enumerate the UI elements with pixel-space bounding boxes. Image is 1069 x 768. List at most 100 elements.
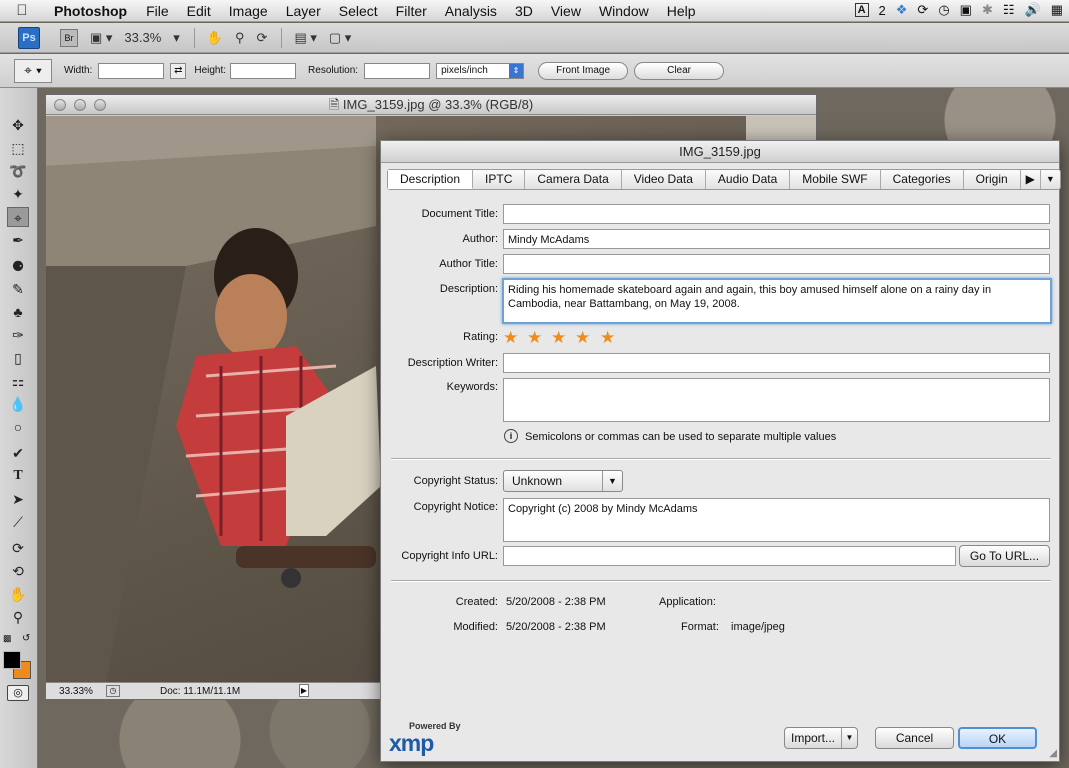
move-tool-icon[interactable]: ✥	[7, 115, 29, 135]
rotate-view-icon[interactable]: ⟳	[257, 30, 268, 46]
clear-button[interactable]: Clear	[634, 61, 725, 80]
zoom-tool-icon[interactable]: ⚲	[7, 607, 29, 627]
document-title-field[interactable]	[503, 204, 1050, 224]
zoom-dropdown-icon[interactable]: ▾	[173, 30, 180, 46]
tab-mobile-swf[interactable]: Mobile SWF	[790, 170, 881, 189]
foreground-color-swatch[interactable]	[3, 651, 21, 669]
display-icon[interactable]: ▣	[960, 2, 972, 18]
keywords-field[interactable]	[503, 378, 1050, 422]
magic-wand-tool-icon[interactable]: ✦	[7, 184, 29, 204]
rating-stars[interactable]: ★ ★ ★ ★ ★	[503, 329, 633, 347]
volume-icon[interactable]: 🔊	[1025, 2, 1041, 18]
go-to-url-button[interactable]: Go To URL...	[959, 545, 1050, 567]
sync-icon[interactable]: ⟳	[917, 2, 928, 18]
menu-app-photoshop[interactable]: Photoshop	[44, 3, 137, 19]
star-icon-3[interactable]: ★	[551, 329, 566, 346]
eraser-tool-icon[interactable]: ▯	[7, 348, 29, 368]
brush-tool-icon[interactable]: ✎	[7, 279, 29, 299]
menu-3d[interactable]: 3D	[506, 3, 542, 19]
wifi-icon[interactable]: ☷	[1003, 2, 1015, 18]
zoom-percentage[interactable]: 33.33%	[46, 686, 106, 697]
menu-select[interactable]: Select	[330, 3, 387, 19]
default-colors-icon[interactable]: ▩	[3, 633, 12, 644]
path-selection-tool-icon[interactable]: ➤	[7, 489, 29, 509]
status-arrow-icon[interactable]: ▶	[299, 684, 309, 697]
tab-video-data[interactable]: Video Data	[622, 170, 706, 189]
tab-origin[interactable]: Origin	[964, 170, 1021, 189]
copyright-status-select[interactable]: Unknown ▼	[503, 470, 623, 492]
import-button[interactable]: Import... ▼	[784, 727, 858, 749]
hand-tool-icon[interactable]: ✋	[7, 584, 29, 604]
tab-iptc[interactable]: IPTC	[473, 170, 526, 189]
resolution-input[interactable]	[364, 62, 431, 79]
3d-orbit-tool-icon[interactable]: ⟲	[7, 561, 29, 581]
document-title-bar[interactable]: 🗎 IMG_3159.jpg @ 33.3% (RGB/8)	[46, 95, 816, 115]
tab-categories[interactable]: Categories	[881, 170, 964, 189]
menu-analysis[interactable]: Analysis	[436, 3, 506, 19]
tab-description[interactable]: Description	[388, 170, 474, 189]
line-tool-icon[interactable]: ⟋	[7, 512, 29, 532]
ok-button[interactable]: OK	[958, 727, 1037, 749]
eyedropper-tool-icon[interactable]: ✒	[7, 230, 29, 250]
zoom-tool-icon[interactable]: ⚲	[235, 30, 245, 46]
bluetooth-icon[interactable]: ✱	[982, 2, 993, 18]
menu-layer[interactable]: Layer	[277, 3, 330, 19]
crop-tool-icon[interactable]: ⌖	[7, 207, 29, 227]
3d-rotate-tool-icon[interactable]: ⟳	[7, 538, 29, 558]
menu-help[interactable]: Help	[658, 3, 705, 19]
quick-mask-icon[interactable]: ◎	[7, 685, 29, 701]
swap-colors-icon[interactable]: ↺	[22, 633, 30, 644]
history-brush-tool-icon[interactable]: ✑	[7, 325, 29, 345]
star-icon-2[interactable]: ★	[527, 329, 542, 346]
lasso-tool-icon[interactable]: ➰	[7, 161, 29, 181]
menu-image[interactable]: Image	[220, 3, 277, 19]
hand-tool-icon[interactable]: ✋	[207, 30, 223, 46]
height-input[interactable]	[230, 62, 297, 79]
tabs-menu-icon[interactable]: ▼	[1041, 170, 1060, 189]
zoom-level-display[interactable]: 33.3%	[124, 30, 161, 45]
author-field[interactable]: Mindy McAdams	[503, 229, 1050, 249]
paint-bucket-tool-icon[interactable]: ⚏	[7, 371, 29, 391]
star-icon-1[interactable]: ★	[503, 329, 518, 346]
dodge-tool-icon[interactable]: ○	[7, 417, 29, 437]
cancel-button[interactable]: Cancel	[875, 727, 954, 749]
author-title-field[interactable]	[503, 254, 1050, 274]
dropbox-icon[interactable]: ❖	[896, 2, 908, 18]
tab-audio-data[interactable]: Audio Data	[706, 170, 791, 189]
resize-grip-icon[interactable]: ◢	[1049, 748, 1057, 759]
blur-tool-icon[interactable]: 💧	[7, 394, 29, 414]
status-menu-icon[interactable]: ◷	[106, 685, 120, 697]
clone-stamp-tool-icon[interactable]: ♣	[7, 302, 29, 322]
menu-view[interactable]: View	[542, 3, 590, 19]
adobe-icon[interactable]: A	[854, 3, 869, 17]
type-tool-icon[interactable]: T	[7, 466, 29, 486]
minimize-window-button[interactable]	[74, 99, 86, 111]
swap-dimensions-icon[interactable]: ⇄	[170, 62, 187, 79]
healing-brush-tool-icon[interactable]: ⚈	[7, 256, 29, 276]
menu-file[interactable]: File	[137, 3, 178, 19]
time-machine-icon[interactable]: ◷	[938, 2, 949, 18]
marquee-tool-icon[interactable]: ⬚	[7, 138, 29, 158]
width-input[interactable]	[98, 62, 165, 79]
star-icon-5[interactable]: ★	[600, 329, 615, 346]
close-window-button[interactable]	[54, 99, 66, 111]
menu-window[interactable]: Window	[590, 3, 658, 19]
view-extras-icon[interactable]: ▣ ▾	[90, 30, 112, 46]
menu-filter[interactable]: Filter	[387, 3, 436, 19]
apple-menu-icon[interactable]: 	[0, 2, 44, 19]
arrange-documents-icon[interactable]: ▤ ▾	[294, 30, 316, 46]
star-icon-4[interactable]: ★	[575, 329, 590, 346]
tab-camera-data[interactable]: Camera Data	[525, 170, 622, 189]
description-writer-field[interactable]	[503, 353, 1050, 373]
user-icon[interactable]: ▦	[1051, 2, 1063, 18]
screen-mode-icon[interactable]: ▢ ▾	[329, 30, 351, 46]
chevron-down-icon[interactable]: ▼	[841, 728, 857, 748]
zoom-window-button[interactable]	[94, 99, 106, 111]
resolution-units-select[interactable]: pixels/inch ⇕	[436, 62, 525, 79]
description-field[interactable]: Riding his homemade skateboard again and…	[502, 278, 1052, 324]
crop-tool-preset-icon[interactable]: ⌖ ▾	[14, 58, 52, 83]
menu-edit[interactable]: Edit	[178, 3, 220, 19]
bridge-launch-button[interactable]: Br	[60, 28, 78, 47]
copyright-notice-field[interactable]: Copyright (c) 2008 by Mindy McAdams	[503, 498, 1050, 542]
tabs-scroll-right-icon[interactable]: ▶	[1021, 170, 1041, 189]
